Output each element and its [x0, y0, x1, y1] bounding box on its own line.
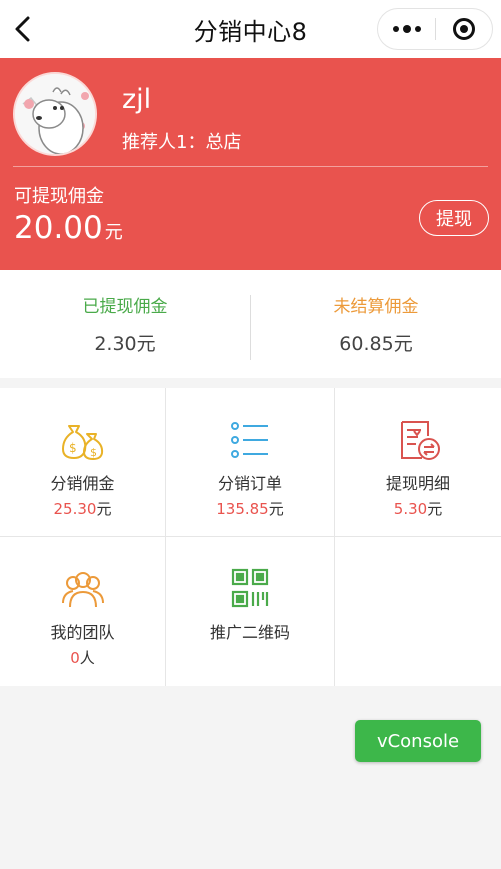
menu-value-unit: 元 [427, 500, 443, 518]
menu-label: 分销订单 [217, 474, 282, 493]
mini-program-capsule [377, 8, 493, 50]
menu-item-withdraw-detail[interactable]: 提现明细 5.30元 [335, 388, 501, 537]
menu-label: 推广二维码 [209, 623, 290, 642]
page-title: 分销中心8 [193, 17, 308, 46]
menu-item-distribution-commission[interactable]: $ $ 分销佣金 25.30元 [0, 388, 166, 537]
username: zjl [122, 84, 152, 115]
menu-item-distribution-orders[interactable]: 分销订单 135.85元 [166, 388, 335, 537]
qrcode-icon [231, 568, 269, 608]
withdrawn-commission: 已提现佣金 2.30元 [0, 270, 250, 378]
withdraw-detail-icon [401, 421, 440, 460]
menu-value-unit: 元 [96, 500, 112, 518]
money-bags-icon: $ $ [61, 425, 103, 460]
menu-value: 0人 [70, 647, 95, 668]
commission-stats: 已提现佣金 2.30元 未结算佣金 60.85元 [0, 270, 501, 378]
referrer-text: 推荐人1：总店 [122, 132, 242, 153]
svg-text:$: $ [90, 446, 97, 459]
unsettled-commission-label: 未结算佣金 [333, 297, 419, 317]
menu-item-promo-qrcode[interactable]: 推广二维码 [166, 537, 335, 686]
menu-value-number: 135.85 [216, 500, 269, 518]
menu-value: 25.30元 [54, 498, 112, 519]
menu-label: 分销佣金 [50, 474, 115, 493]
menu-value-number: 25.30 [53, 500, 97, 518]
vconsole-button[interactable]: vConsole [355, 720, 481, 762]
menu-empty-cell [335, 537, 501, 686]
menu-value: 135.85元 [216, 498, 284, 519]
menu-value: 5.30元 [394, 498, 442, 519]
withdraw-button[interactable]: 提现 [419, 200, 489, 236]
menu-value-number: 5.30 [393, 500, 428, 518]
menu-value-number: 0 [70, 649, 80, 667]
unsettled-commission-value: 60.85元 [339, 333, 413, 355]
withdrawable-unit: 元 [104, 222, 123, 243]
profile-banner: zjl 推荐人1：总店 可提现佣金 20.00 元 提现 [0, 58, 501, 270]
svg-text:$: $ [69, 441, 77, 455]
withdrawable-value: 20.00 [14, 210, 103, 246]
unsettled-commission: 未结算佣金 60.85元 [251, 270, 501, 378]
nav-bar: 分销中心8 [0, 0, 501, 58]
withdrawn-commission-label: 已提现佣金 [82, 297, 168, 317]
close-miniprogram-icon[interactable] [436, 8, 492, 50]
list-icon [231, 422, 268, 458]
menu-item-my-team[interactable]: 我的团队 0人 [0, 537, 166, 686]
withdrawn-commission-value: 2.30元 [94, 333, 156, 355]
team-icon [61, 572, 104, 608]
menu-label: 我的团队 [50, 623, 115, 642]
menu-value-unit: 人 [79, 649, 95, 667]
menu-value-unit: 元 [268, 500, 284, 518]
more-icon[interactable] [378, 8, 435, 50]
withdrawable-label: 可提现佣金 [14, 186, 104, 207]
menu-label: 提现明细 [385, 474, 450, 493]
menu-grid: $ $ 分销佣金 25.30元 分销订单 135.85元 提现明细 5.30元 … [0, 388, 501, 686]
avatar [13, 72, 97, 156]
withdrawable-amount: 20.00 元 [14, 210, 123, 246]
banner-divider [13, 166, 488, 167]
back-icon[interactable] [8, 12, 40, 46]
